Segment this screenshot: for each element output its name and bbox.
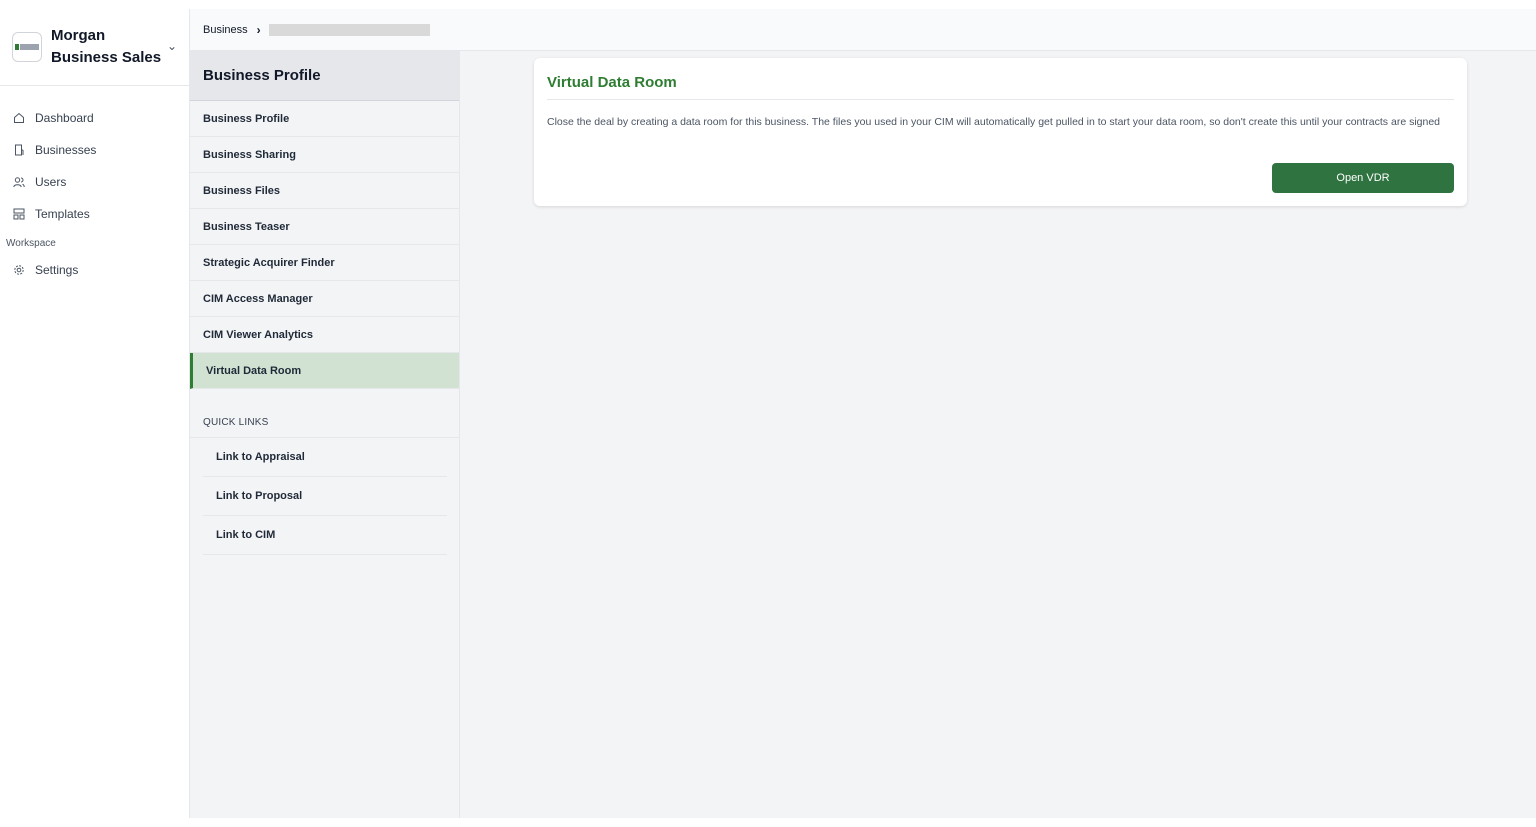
app-window: Morgan Business Sales ⌄ Dashboard Busine… <box>0 9 1536 818</box>
nav-label: Users <box>35 175 67 189</box>
building-icon <box>13 144 25 156</box>
open-vdr-button[interactable]: Open VDR <box>1272 163 1454 193</box>
main-area: Business › Business Profile Business Pro… <box>190 9 1536 818</box>
templates-icon <box>13 208 25 220</box>
breadcrumb-business-name-redacted <box>268 23 430 36</box>
home-icon <box>13 112 25 124</box>
subnav-item-virtual-data-room[interactable]: Virtual Data Room <box>190 353 459 389</box>
subnav-item-business-teaser[interactable]: Business Teaser <box>190 209 459 245</box>
workspace-switcher[interactable]: Morgan Business Sales ⌄ <box>0 9 189 86</box>
subnav-title: Business Profile <box>190 51 459 101</box>
quick-link-cim[interactable]: Link to CIM <box>203 516 447 555</box>
subnav-item-cim-viewer-analytics[interactable]: CIM Viewer Analytics <box>190 317 459 353</box>
breadcrumb-root-link[interactable]: Business <box>203 24 248 36</box>
users-icon <box>13 176 25 188</box>
vdr-card-description: Close the deal by creating a data room f… <box>547 116 1441 128</box>
nav-item-dashboard[interactable]: Dashboard <box>0 102 189 134</box>
nav-label: Businesses <box>35 143 97 157</box>
quick-link-proposal[interactable]: Link to Proposal <box>203 477 447 516</box>
main-nav: Dashboard Businesses Users Templates Wor… <box>0 86 189 286</box>
breadcrumb: Business › <box>190 9 1536 51</box>
chevron-down-icon: ⌄ <box>166 39 177 53</box>
company-logo <box>12 32 42 62</box>
nav-label: Dashboard <box>35 111 94 125</box>
chevron-right-icon: › <box>256 22 261 37</box>
panel-area: Virtual Data Room Close the deal by crea… <box>460 51 1536 818</box>
subnav-item-strategic-acquirer-finder[interactable]: Strategic Acquirer Finder <box>190 245 459 281</box>
vdr-card-title: Virtual Data Room <box>547 74 1454 100</box>
subnav-item-cim-access-manager[interactable]: CIM Access Manager <box>190 281 459 317</box>
content: Business Profile Business Profile Busine… <box>190 51 1536 818</box>
quick-link-appraisal[interactable]: Link to Appraisal <box>203 438 447 477</box>
quick-links-title: QUICK LINKS <box>190 408 459 438</box>
subnav-item-business-sharing[interactable]: Business Sharing <box>190 137 459 173</box>
nav-item-businesses[interactable]: Businesses <box>0 134 189 166</box>
nav-label: Settings <box>35 263 79 277</box>
vdr-card: Virtual Data Room Close the deal by crea… <box>534 58 1467 206</box>
sidebar: Morgan Business Sales ⌄ Dashboard Busine… <box>0 9 190 818</box>
nav-item-users[interactable]: Users <box>0 166 189 198</box>
nav-label: Templates <box>35 207 90 221</box>
subnav-item-business-profile[interactable]: Business Profile <box>190 101 459 137</box>
nav-item-templates[interactable]: Templates <box>0 198 189 230</box>
nav-section-workspace: Workspace <box>6 237 56 249</box>
nav-item-settings[interactable]: Settings <box>0 254 189 286</box>
gear-icon <box>13 264 25 276</box>
subnav-item-business-files[interactable]: Business Files <box>190 173 459 209</box>
company-name: Morgan Business Sales <box>51 27 162 66</box>
business-subnav: Business Profile Business Profile Busine… <box>190 51 460 818</box>
